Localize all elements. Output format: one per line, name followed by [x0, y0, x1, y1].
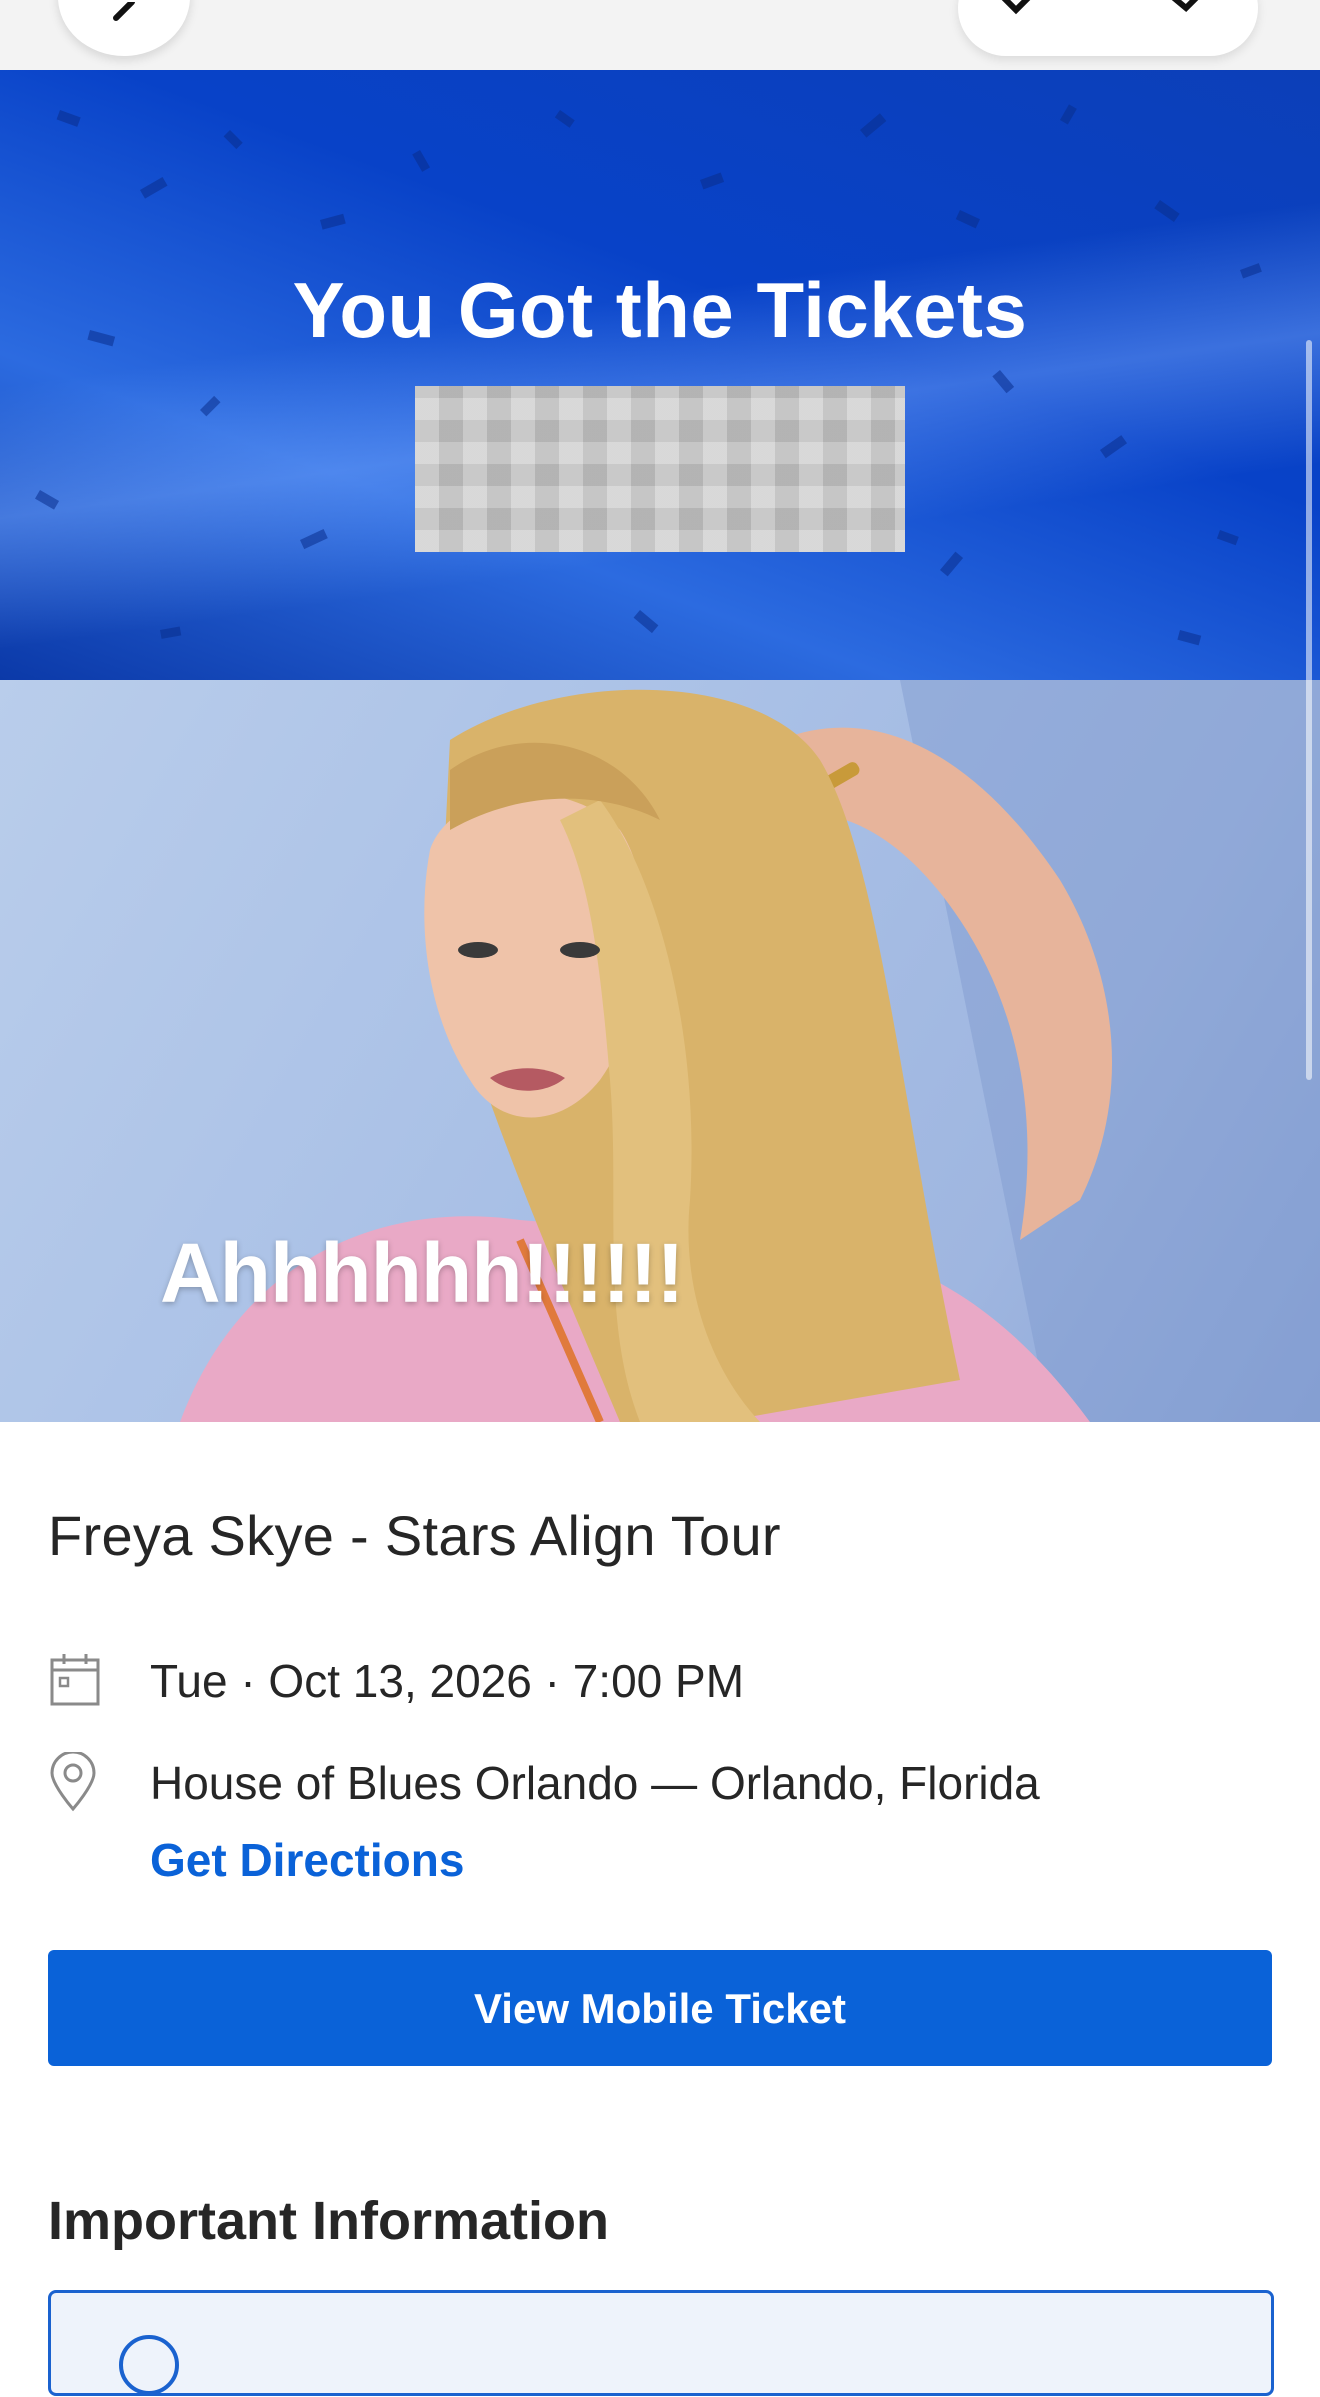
- redacted-order-number: [415, 386, 905, 552]
- top-navigation-bar: [0, 0, 1320, 71]
- back-button[interactable]: [58, 0, 190, 56]
- scrollbar[interactable]: [1306, 340, 1312, 1080]
- artist-photo: Ahhhhhh!!!!!!: [0, 680, 1320, 1422]
- important-information-heading: Important Information: [48, 2191, 609, 2251]
- event-datetime: Tue · Oct 13, 2026 · 7:00 PM: [150, 1655, 745, 1707]
- check-icon[interactable]: [1170, 0, 1230, 38]
- info-icon: [119, 2335, 179, 2395]
- header-actions-pill[interactable]: [958, 0, 1258, 56]
- calendar-icon: [50, 1654, 100, 1706]
- artist-image-caption: Ahhhhhh!!!!!!: [160, 1226, 684, 1320]
- get-directions-link[interactable]: Get Directions: [150, 1833, 464, 1887]
- confirmation-title: You Got the Tickets: [292, 266, 1028, 354]
- view-mobile-ticket-button[interactable]: View Mobile Ticket: [48, 1950, 1272, 2066]
- event-title: Freya Skye - Stars Align Tour: [48, 1504, 781, 1567]
- important-information-card[interactable]: [48, 2290, 1274, 2396]
- close-icon[interactable]: [998, 0, 1058, 38]
- confetti-decoration: [34, 104, 1262, 646]
- confirmation-hero-banner: You Got the Tickets: [0, 70, 1320, 680]
- map-pin-icon: [50, 1752, 96, 1812]
- event-venue: House of Blues Orlando — Orlando, Florid…: [150, 1757, 1040, 1809]
- chevron-left-icon: [113, 2, 135, 21]
